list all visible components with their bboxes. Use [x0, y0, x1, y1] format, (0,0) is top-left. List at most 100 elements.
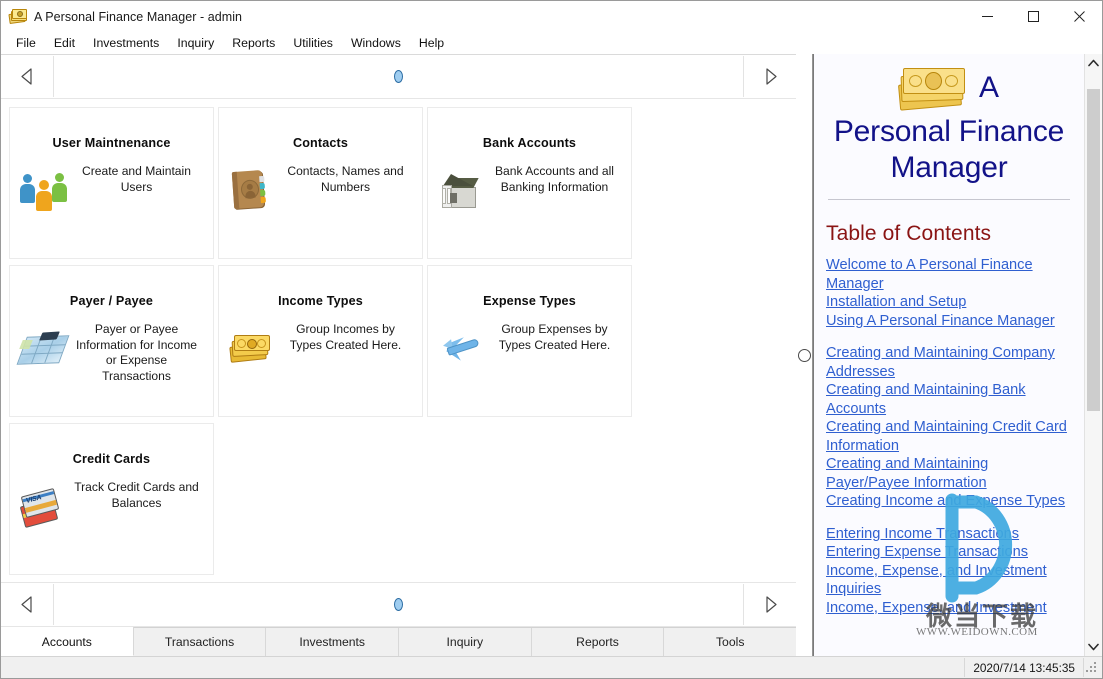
toc-link-using[interactable]: Using A Personal Finance Manager [826, 312, 1072, 331]
tile-description: Contacts, Names and Numbers [287, 164, 404, 194]
toc-link-income-transactions[interactable]: Entering Income Transactions [826, 525, 1072, 544]
scroll-thumb[interactable] [1087, 89, 1100, 411]
menu-item-windows[interactable]: Windows [342, 34, 410, 52]
tab-tools[interactable]: Tools [664, 628, 797, 656]
scroll-up-button[interactable] [1085, 54, 1102, 72]
menu-bar: File Edit Investments Inquiry Reports Ut… [1, 32, 1102, 54]
tile-user-maintenance[interactable]: User Maintnenance Create and Maintain Us… [9, 107, 214, 259]
airplane-icon [438, 326, 486, 370]
maximize-button[interactable] [1010, 1, 1056, 32]
tab-reports[interactable]: Reports [531, 628, 665, 656]
tab-investments[interactable]: Investments [266, 628, 400, 656]
help-pane: A Personal Finance Manager Table of Cont… [813, 54, 1102, 656]
tab-transactions[interactable]: Transactions [133, 628, 267, 656]
money-stack-icon [229, 326, 277, 370]
main-pane: User Maintnenance Create and Maintain Us… [1, 54, 797, 656]
toc-link-income-expense-types[interactable]: Creating Income and Expense Types [826, 492, 1072, 511]
top-pager [1, 54, 796, 99]
tile-contacts[interactable]: Contacts Contacts, Names and Numbers [218, 107, 423, 259]
toc-group-3: Entering Income Transactions Entering Ex… [826, 525, 1072, 618]
tile-description: Create and Maintain Users [82, 164, 191, 194]
body-split: User Maintnenance Create and Maintain Us… [1, 54, 1102, 656]
tab-inquiry[interactable]: Inquiry [399, 628, 532, 656]
scroll-down-button[interactable] [1085, 638, 1102, 656]
people-group-icon [20, 168, 68, 212]
menu-item-utilities[interactable]: Utilities [284, 34, 342, 52]
address-book-icon [229, 168, 277, 212]
tile-title: Income Types [278, 294, 363, 308]
help-logo-row: A [826, 64, 1072, 112]
tab-accounts[interactable]: Accounts [1, 627, 134, 656]
tile-payer-payee[interactable]: Payer / Payee Payer or Payee Information… [9, 265, 214, 417]
menu-item-file[interactable]: File [7, 34, 45, 52]
close-button[interactable] [1056, 1, 1102, 32]
tile-title: Payer / Payee [69, 294, 154, 308]
tile-title: Contacts [292, 136, 349, 150]
toc-link-installation[interactable]: Installation and Setup [826, 293, 1072, 312]
page-indicator-dot-bottom[interactable] [394, 598, 403, 611]
prev-page-button-bottom[interactable] [1, 584, 53, 625]
splitter-handle-icon[interactable] [797, 348, 811, 362]
toc-link-income-expense-investment[interactable]: Income, Expense, and Investment [826, 599, 1072, 618]
menu-item-inquiry[interactable]: Inquiry [168, 34, 223, 52]
tile-title: Bank Accounts [482, 136, 577, 150]
ledger-grid-icon [16, 326, 70, 370]
title-bar: A Personal Finance Manager - admin [1, 1, 1102, 32]
toc-link-welcome[interactable]: Welcome to A Personal Finance Manager [826, 256, 1072, 293]
tile-bank-accounts[interactable]: Bank Accounts Bank Accounts and all Bank… [427, 107, 632, 259]
next-page-button-top[interactable] [744, 56, 796, 97]
toc-link-inquiries[interactable]: Income, Expense, and Investment Inquirie… [826, 562, 1072, 599]
help-divider [828, 199, 1070, 200]
tile-description: Track Credit Cards and Balances [74, 480, 199, 510]
prev-page-button-top[interactable] [1, 56, 53, 97]
status-bar: 2020/7/14 13:45:35 [1, 656, 1102, 678]
help-logo-letter: A [978, 71, 999, 104]
help-title: Personal Finance Manager [833, 115, 1065, 184]
tile-credit-cards[interactable]: Credit Cards VISA Track Credit Cards and… [9, 423, 214, 575]
tile-description: Bank Accounts and all Banking Informatio… [494, 164, 614, 194]
resize-grip-icon[interactable] [1084, 658, 1100, 677]
menu-item-edit[interactable]: Edit [45, 34, 84, 52]
help-document: A Personal Finance Manager Table of Cont… [814, 54, 1084, 656]
tab-bar: Accounts Transactions Investments Inquir… [1, 627, 797, 656]
money-stack-icon [897, 64, 965, 112]
page-indicator-track-bottom[interactable] [53, 584, 744, 625]
toc-group-1: Welcome to A Personal Finance Manager In… [826, 256, 1072, 330]
app-icon [8, 8, 27, 26]
bank-building-icon [438, 168, 486, 212]
window-controls [964, 1, 1102, 32]
tile-income-types[interactable]: Income Types Group Incomes by Types Crea… [218, 265, 423, 417]
menu-item-investments[interactable]: Investments [84, 34, 168, 52]
app-window: A Personal Finance Manager - admin File … [0, 0, 1103, 679]
help-scrollbar[interactable] [1084, 54, 1102, 656]
tile-description: Group Expenses by Types Created Here. [498, 322, 611, 352]
toc-link-company-addresses[interactable]: Creating and Maintaining Company Address… [826, 344, 1072, 381]
toc-link-bank-accounts[interactable]: Creating and Maintaining Bank Accounts [826, 381, 1072, 418]
tiles-canvas: User Maintnenance Create and Maintain Us… [1, 99, 796, 582]
tile-expense-types[interactable]: Expense Types Group Expenses by Types Cr… [427, 265, 632, 417]
toc-link-payer-payee[interactable]: Creating and Maintaining Payer/Payee Inf… [826, 455, 1072, 492]
tile-description: Group Incomes by Types Created Here. [289, 322, 402, 352]
pane-splitter[interactable] [796, 54, 813, 656]
page-indicator-track-top[interactable] [53, 56, 744, 97]
toc-group-2: Creating and Maintaining Company Address… [826, 344, 1072, 511]
tiles-grid: User Maintnenance Create and Maintain Us… [9, 107, 796, 575]
window-title: A Personal Finance Manager - admin [34, 9, 243, 24]
menu-item-reports[interactable]: Reports [223, 34, 284, 52]
tile-title: Credit Cards [72, 452, 151, 466]
toc-link-expense-transactions[interactable]: Entering Expense Transactions [826, 543, 1072, 562]
menu-item-help[interactable]: Help [410, 34, 453, 52]
page-indicator-dot-top[interactable] [394, 70, 403, 83]
next-page-button-bottom[interactable] [744, 584, 796, 625]
credit-cards-icon: VISA [19, 484, 68, 529]
tile-title: Expense Types [483, 294, 576, 308]
status-timestamp: 2020/7/14 13:45:35 [964, 658, 1084, 677]
tile-title: User Maintnenance [52, 136, 171, 150]
tile-description: Payer or Payee Information for Income or… [76, 322, 197, 383]
minimize-button[interactable] [964, 1, 1010, 32]
bottom-pager [1, 582, 796, 627]
scroll-track[interactable] [1085, 72, 1102, 638]
toc-link-credit-card[interactable]: Creating and Maintaining Credit Card Inf… [826, 418, 1072, 455]
toc-heading: Table of Contents [826, 222, 992, 245]
watermark-url: WWW.WEIDOWN.COM [916, 626, 1038, 638]
